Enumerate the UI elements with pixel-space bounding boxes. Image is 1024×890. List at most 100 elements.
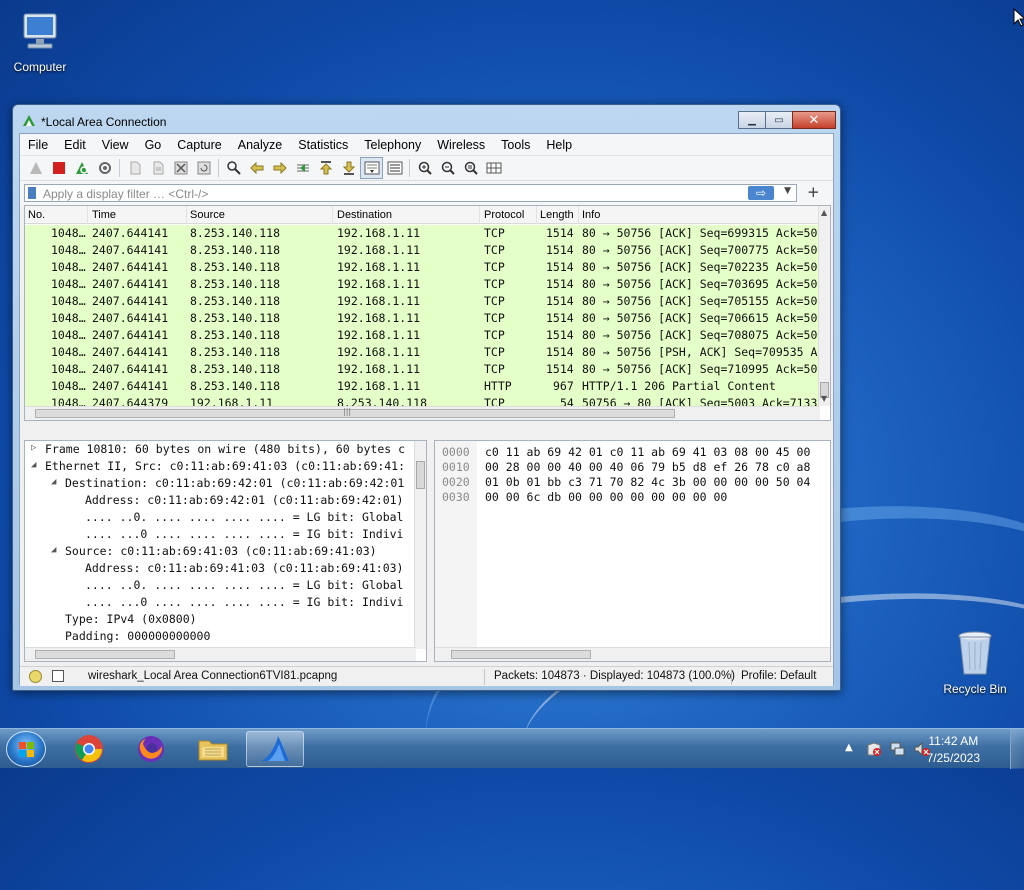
- menu-file[interactable]: File: [20, 138, 56, 152]
- go-back-icon[interactable]: [245, 157, 268, 179]
- packet-row[interactable]: 1048… 2407.644141 8.253.140.118 192.168.…: [25, 242, 820, 259]
- chevron-down-icon[interactable]: ▼: [784, 186, 791, 196]
- scrollbar-thumb[interactable]: [35, 409, 675, 418]
- action-center-icon[interactable]: [866, 741, 882, 757]
- taskbar-chrome[interactable]: [60, 731, 118, 767]
- bytes-horizontal-scrollbar[interactable]: [435, 647, 830, 661]
- packet-list-vertical-scrollbar[interactable]: ▲ ▼: [818, 206, 830, 406]
- scroll-up-icon[interactable]: ▲: [821, 208, 827, 217]
- menu-go[interactable]: Go: [137, 138, 170, 152]
- zoom-in-icon[interactable]: [413, 157, 436, 179]
- column-header-time[interactable]: Time: [92, 209, 116, 221]
- find-packet-icon[interactable]: [222, 157, 245, 179]
- resize-columns-icon[interactable]: [482, 157, 505, 179]
- bytes-row[interactable]: 0030 00 00 6c db 00 00 00 00 00 00 00 00: [435, 489, 830, 504]
- menu-analyze[interactable]: Analyze: [230, 138, 290, 152]
- taskbar-firefox[interactable]: [122, 731, 180, 767]
- go-first-packet-icon[interactable]: [314, 157, 337, 179]
- packet-row[interactable]: 1048… 2407.644141 8.253.140.118 192.168.…: [25, 361, 820, 378]
- reload-file-icon[interactable]: [192, 157, 215, 179]
- menu-telephony[interactable]: Telephony: [356, 138, 429, 152]
- restart-capture-icon[interactable]: [70, 157, 93, 179]
- colorize-icon[interactable]: [383, 157, 406, 179]
- collapse-triangle-icon[interactable]: ◢: [51, 545, 56, 555]
- column-header-info[interactable]: Info: [582, 209, 600, 221]
- start-button[interactable]: [6, 731, 46, 767]
- clock[interactable]: 11:42 AM 7/25/2023: [927, 733, 980, 767]
- menu-wireless[interactable]: Wireless: [429, 138, 493, 152]
- detail-row[interactable]: ▷ Frame 10810: 60 bytes on wire (480 bit…: [25, 441, 426, 458]
- detail-row[interactable]: ◢ Source: c0:11:ab:69:41:03 (c0:11:ab:69…: [25, 543, 426, 560]
- details-horizontal-scrollbar[interactable]: [25, 647, 416, 661]
- packet-row[interactable]: 1048… 2407.644141 8.253.140.118 192.168.…: [25, 310, 820, 327]
- menu-help[interactable]: Help: [538, 138, 580, 152]
- bytes-row[interactable]: 0000 c0 11 ab 69 42 01 c0 11 ab 69 41 03…: [435, 444, 830, 459]
- column-header-no[interactable]: No.: [28, 209, 45, 221]
- menu-tools[interactable]: Tools: [493, 138, 538, 152]
- normal-size-icon[interactable]: [459, 157, 482, 179]
- detail-row[interactable]: .... ...0 .... .... .... .... = IG bit: …: [25, 526, 426, 543]
- profile-label[interactable]: Profile: Default: [741, 670, 816, 682]
- go-forward-icon[interactable]: [268, 157, 291, 179]
- close-file-icon[interactable]: [169, 157, 192, 179]
- zoom-out-icon[interactable]: [436, 157, 459, 179]
- taskbar-wireshark[interactable]: [246, 731, 304, 767]
- go-to-packet-icon[interactable]: [291, 157, 314, 179]
- packet-row[interactable]: 1048… 2407.644141 8.253.140.118 192.168.…: [25, 327, 820, 344]
- auto-scroll-icon[interactable]: [360, 157, 383, 179]
- packet-row[interactable]: 1048… 2407.644141 8.253.140.118 192.168.…: [25, 225, 820, 242]
- column-header-length[interactable]: Length: [540, 209, 574, 221]
- column-divider[interactable]: [332, 206, 333, 224]
- desktop-icon-recycle-bin[interactable]: Recycle Bin: [935, 630, 1015, 696]
- packet-row[interactable]: 1048… 2407.644141 8.253.140.118 192.168.…: [25, 276, 820, 293]
- detail-row[interactable]: Padding: 000000000000: [25, 628, 426, 645]
- packet-list-horizontal-scrollbar[interactable]: |||: [25, 406, 820, 420]
- detail-row[interactable]: .... ...0 .... .... .... .... = IG bit: …: [25, 594, 426, 611]
- collapse-triangle-icon[interactable]: ◢: [51, 477, 56, 487]
- add-filter-button-icon[interactable]: +: [807, 183, 820, 201]
- menu-edit[interactable]: Edit: [56, 138, 94, 152]
- detail-row[interactable]: Address: c0:11:ab:69:42:01 (c0:11:ab:69:…: [25, 492, 426, 509]
- detail-row[interactable]: Address: c0:11:ab:69:41:03 (c0:11:ab:69:…: [25, 560, 426, 577]
- expert-info-icon[interactable]: [29, 670, 42, 683]
- open-file-icon[interactable]: [123, 157, 146, 179]
- wireshark-window[interactable]: *Local Area Connection ▁ ▭ ✕ File Edit V…: [12, 104, 841, 691]
- scrollbar-thumb[interactable]: [451, 650, 591, 659]
- packet-row[interactable]: 1048… 2407.644141 8.253.140.118 192.168.…: [25, 259, 820, 276]
- save-file-icon[interactable]: [146, 157, 169, 179]
- detail-row[interactable]: Type: IPv4 (0x0800): [25, 611, 426, 628]
- column-divider[interactable]: [186, 206, 187, 224]
- column-divider[interactable]: [578, 206, 579, 224]
- apply-filter-icon[interactable]: ⇨: [748, 186, 774, 200]
- menu-capture[interactable]: Capture: [169, 138, 229, 152]
- expand-triangle-icon[interactable]: ▷: [31, 443, 36, 453]
- column-header-source[interactable]: Source: [190, 209, 225, 221]
- packet-row[interactable]: 1048… 2407.644141 8.253.140.118 192.168.…: [25, 344, 820, 361]
- detail-row[interactable]: .... ..0. .... .... .... .... = LG bit: …: [25, 509, 426, 526]
- detail-row[interactable]: ◢ Ethernet II, Src: c0:11:ab:69:41:03 (c…: [25, 458, 426, 475]
- packet-row[interactable]: 1048… 2407.644141 8.253.140.118 192.168.…: [25, 293, 820, 310]
- show-desktop-button[interactable]: [1010, 729, 1024, 769]
- detail-row[interactable]: .... ..0. .... .... .... .... = LG bit: …: [25, 577, 426, 594]
- scrollbar-thumb[interactable]: [35, 650, 175, 659]
- menu-view[interactable]: View: [94, 138, 137, 152]
- network-icon[interactable]: [890, 741, 906, 757]
- column-divider[interactable]: [479, 206, 480, 224]
- scroll-down-icon[interactable]: ▼: [821, 394, 827, 403]
- column-header-destination[interactable]: Destination: [337, 209, 392, 221]
- packet-list[interactable]: No. Time Source Destination Protocol Len…: [24, 205, 831, 421]
- collapse-triangle-icon[interactable]: ◢: [31, 460, 36, 470]
- packet-row[interactable]: 1048… 2407.644141 8.253.140.118 192.168.…: [25, 378, 820, 395]
- details-vertical-scrollbar[interactable]: [414, 441, 426, 649]
- maximize-button[interactable]: ▭: [765, 111, 793, 129]
- bytes-row[interactable]: 0010 00 28 00 00 40 00 40 06 79 b5 d8 ef…: [435, 459, 830, 474]
- bytes-row[interactable]: 0020 01 0b 01 bb c3 71 70 82 4c 3b 00 00…: [435, 474, 830, 489]
- start-capture-icon[interactable]: [24, 157, 47, 179]
- menu-statistics[interactable]: Statistics: [290, 138, 356, 152]
- scrollbar-thumb[interactable]: [416, 461, 425, 489]
- capture-comment-icon[interactable]: [52, 670, 64, 682]
- packet-details[interactable]: ▷ Frame 10810: 60 bytes on wire (480 bit…: [24, 440, 427, 662]
- packet-bytes[interactable]: 0000 c0 11 ab 69 42 01 c0 11 ab 69 41 03…: [434, 440, 831, 662]
- column-header-protocol[interactable]: Protocol: [484, 209, 524, 221]
- desktop-icon-computer[interactable]: Computer: [0, 8, 80, 74]
